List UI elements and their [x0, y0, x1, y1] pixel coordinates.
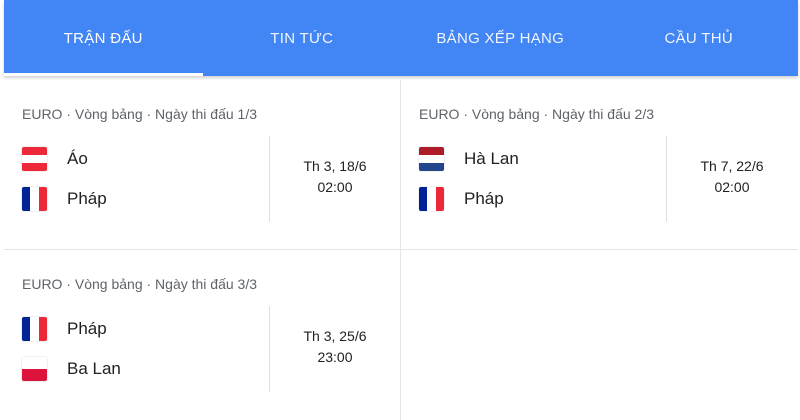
match-header: EURO · Vòng bảng · Ngày thi đấu 2/3: [419, 106, 655, 122]
match-header: EURO · Vòng bảng · Ngày thi đấu 1/3: [22, 106, 258, 122]
match-time: 02:00: [714, 179, 750, 195]
away-team: Ba Lan: [22, 356, 121, 382]
home-team: Pháp: [22, 316, 107, 342]
tab-standings[interactable]: BẢNG XẾP HẠNG: [401, 0, 600, 76]
home-team-name: Hà Lan: [464, 149, 519, 168]
away-team: Pháp: [419, 186, 504, 212]
tab-matches-label: TRẬN ĐẤU: [63, 29, 143, 47]
match-header: EURO · Vòng bảng · Ngày thi đấu 3/3: [22, 276, 258, 292]
home-team-name: Áo: [67, 149, 88, 168]
match-datetime: Th 7, 22/6 02:00: [667, 156, 797, 198]
match-date: Th 3, 25/6: [303, 328, 367, 344]
match-time: 23:00: [317, 349, 353, 365]
netherlands-flag-icon: [419, 147, 444, 171]
empty-cell: [401, 250, 798, 420]
tab-bar: TRẬN ĐẤU TIN TỨC BẢNG XẾP HẠNG CẦU THỦ: [4, 0, 798, 76]
poland-flag-icon: [22, 357, 47, 381]
away-team-name: Pháp: [67, 189, 107, 208]
tab-news-label: TIN TỨC: [270, 29, 334, 47]
active-tab-indicator: [4, 73, 203, 76]
match-time: 02:00: [317, 179, 353, 195]
match-grid: EURO · Vòng bảng · Ngày thi đấu 1/3 Áo P…: [4, 80, 798, 420]
france-flag-icon: [419, 187, 444, 211]
sports-widget: TRẬN ĐẤU TIN TỨC BẢNG XẾP HẠNG CẦU THỦ E…: [4, 0, 798, 420]
match-card[interactable]: EURO · Vòng bảng · Ngày thi đấu 2/3 Hà L…: [401, 80, 798, 250]
tab-players-label: CẦU THỦ: [664, 29, 733, 47]
away-team: Pháp: [22, 186, 107, 212]
austria-flag-icon: [22, 147, 47, 171]
tab-matches[interactable]: TRẬN ĐẤU: [4, 0, 203, 76]
tab-players[interactable]: CẦU THỦ: [600, 0, 799, 76]
france-flag-icon: [22, 317, 47, 341]
france-flag-icon: [22, 187, 47, 211]
match-card[interactable]: EURO · Vòng bảng · Ngày thi đấu 1/3 Áo P…: [4, 80, 401, 250]
tab-standings-label: BẢNG XẾP HẠNG: [436, 29, 565, 47]
home-team-name: Pháp: [67, 319, 107, 338]
home-team: Áo: [22, 146, 88, 172]
away-team-name: Pháp: [464, 189, 504, 208]
match-card[interactable]: EURO · Vòng bảng · Ngày thi đấu 3/3 Pháp…: [4, 250, 401, 420]
away-team-name: Ba Lan: [67, 359, 121, 378]
match-date: Th 3, 18/6: [303, 158, 367, 174]
tab-news[interactable]: TIN TỨC: [203, 0, 402, 76]
match-datetime: Th 3, 18/6 02:00: [270, 156, 400, 198]
match-datetime: Th 3, 25/6 23:00: [270, 326, 400, 368]
match-date: Th 7, 22/6: [700, 158, 764, 174]
home-team: Hà Lan: [419, 146, 519, 172]
